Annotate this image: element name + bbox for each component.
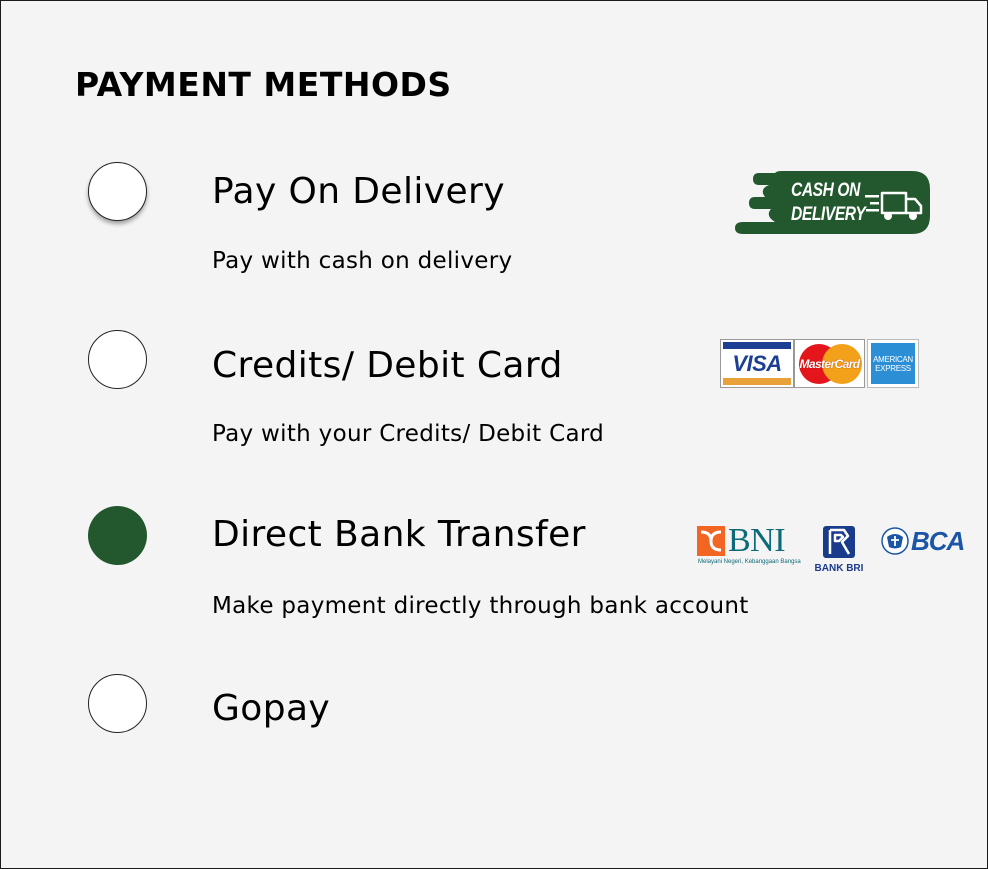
cod-badge-text: CASH ON DELIVERY	[791, 179, 866, 227]
bni-tagline: Melayani Negeri, Kebanggaan Bangsa	[698, 559, 801, 565]
radio-credit-debit-card[interactable]	[88, 330, 147, 389]
option-title-credit-debit-card[interactable]: Credits/ Debit Card	[212, 344, 563, 388]
option-title-pay-on-delivery[interactable]: Pay On Delivery	[212, 170, 505, 214]
option-description-pay-on-delivery: Pay with cash on delivery	[212, 248, 513, 274]
radio-direct-bank-transfer[interactable]	[88, 506, 147, 565]
cod-line-2: DELIVERY	[791, 204, 866, 225]
option-title-direct-bank-transfer[interactable]: Direct Bank Transfer	[212, 513, 586, 557]
bni-wordmark: BNI	[728, 522, 786, 559]
amex-wordmark-line1: AMERICAN	[873, 354, 913, 364]
bca-logo: BCA	[881, 525, 973, 557]
option-description-direct-bank-transfer: Make payment directly through bank accou…	[212, 593, 749, 619]
option-description-credit-debit-card: Pay with your Credits/ Debit Card	[212, 421, 605, 447]
american-express-logo: AMERICAN EXPRESS	[867, 339, 919, 388]
visa-stripe-bottom	[723, 378, 791, 385]
cash-on-delivery-logo: CASH ON DELIVERY	[735, 171, 930, 234]
amex-wordmark-line2: EXPRESS	[875, 363, 911, 373]
bank-bri-logo: BANK BRI	[810, 525, 868, 575]
cod-line-1: CASH ON	[791, 180, 860, 201]
mastercard-wordmark: MasterCard	[799, 356, 860, 371]
option-title-gopay[interactable]: Gopay	[212, 687, 330, 731]
radio-gopay[interactable]	[88, 674, 147, 733]
page-title: PAYMENT METHODS	[75, 65, 452, 104]
amex-box: AMERICAN EXPRESS	[871, 343, 915, 384]
mastercard-logo: MasterCard	[794, 339, 865, 388]
visa-stripe-top	[723, 342, 791, 349]
bca-wordmark: BCA	[911, 526, 965, 556]
visa-logo: VISA	[720, 339, 794, 388]
payment-methods-panel: PAYMENT METHODS Pay On Delivery Pay with…	[0, 0, 988, 869]
visa-wordmark: VISA	[732, 350, 782, 376]
bni-logo: BNI Melayani Negeri, Kebanggaan Bangsa	[697, 523, 801, 569]
bca-emblem-icon	[881, 527, 909, 555]
radio-pay-on-delivery[interactable]	[88, 162, 147, 221]
bni-emblem-icon	[697, 526, 725, 556]
bank-bri-label: BANK BRI	[814, 563, 864, 574]
bri-emblem-icon	[823, 526, 855, 558]
